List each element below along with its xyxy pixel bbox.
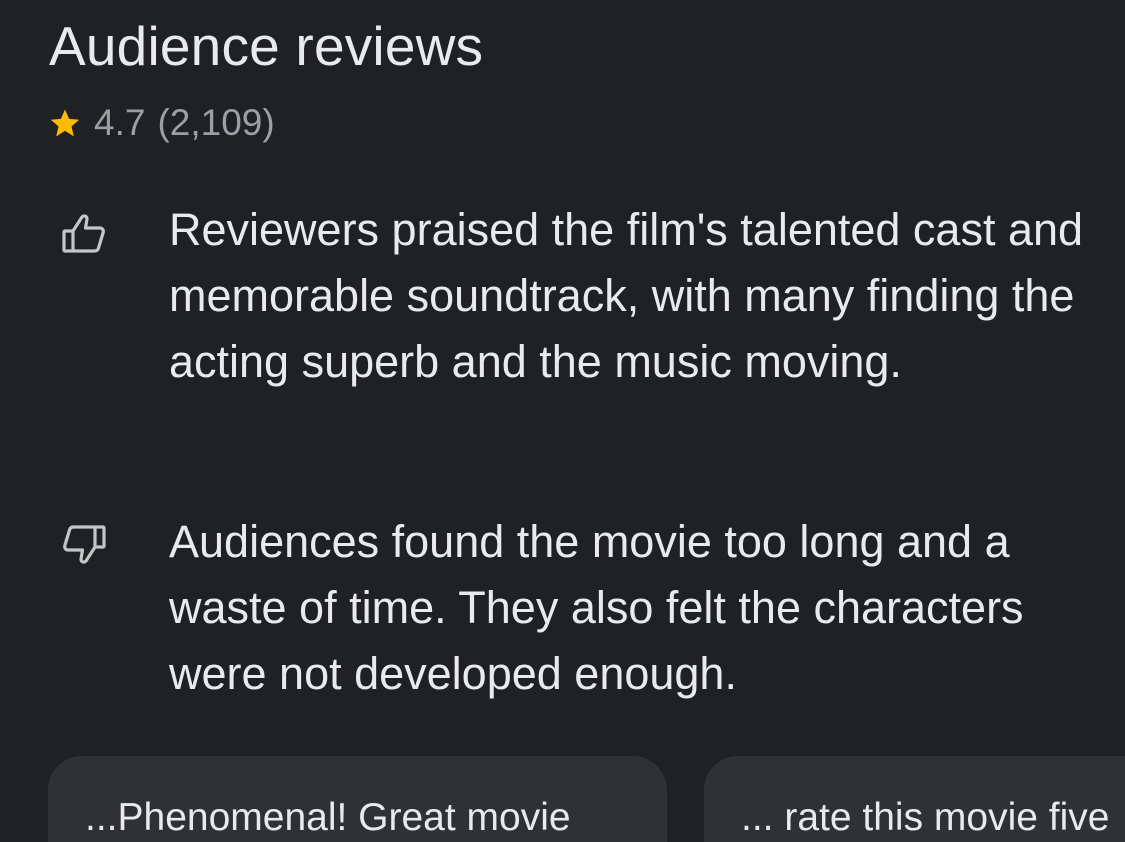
rating-count: (2,109) [157, 102, 275, 143]
review-snippet-chip[interactable]: ... rate this movie five [704, 756, 1125, 842]
section-title: Audience reviews [49, 15, 484, 77]
rating-summary: 4.7 (2,109) [48, 100, 275, 146]
review-snippet-text: ... rate this movie five [741, 796, 1110, 839]
thumbs-up-icon [60, 209, 108, 257]
review-snippets-carousel[interactable]: ...Phenomenal! Great movie ... rate this… [48, 756, 1125, 842]
thumbs-down-icon [60, 521, 108, 569]
positive-summary-text: Reviewers praised the film's talented ca… [169, 204, 1084, 387]
star-icon [48, 106, 82, 140]
rating-value: 4.7 [94, 102, 146, 143]
audience-reviews-section: Audience reviews 4.7 (2,109) Reviewers p… [0, 0, 1125, 842]
negative-summary-text: Audiences found the movie too long and a… [169, 516, 1024, 699]
review-snippet-text: ...Phenomenal! Great movie [85, 796, 571, 839]
review-snippet-chip[interactable]: ...Phenomenal! Great movie [48, 756, 667, 842]
